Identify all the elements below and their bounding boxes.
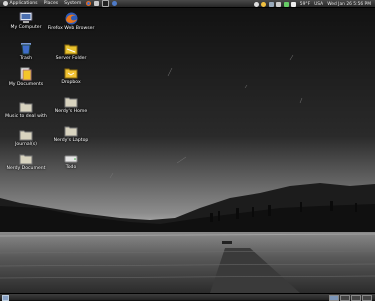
firefox-launcher-icon[interactable] [85, 1, 91, 6]
clock[interactable]: Wed Jan 26 5:56 PM [327, 2, 371, 7]
desktop-icon-label: Dropbox [61, 80, 81, 85]
top-panel: Applications Places System 59°F USA Wed … [0, 0, 375, 8]
terminal-launcher-icon[interactable] [101, 0, 109, 7]
workspace-switcher [328, 295, 372, 301]
desktop-icon-nerdys-laptop[interactable]: Nerdy's Laptop [47, 125, 95, 143]
desktop-icon-trash[interactable]: Trash [2, 42, 50, 61]
trash-icon [21, 43, 31, 55]
desktop-icon-label: My Documents [8, 82, 44, 87]
workspace-3[interactable] [351, 295, 361, 301]
desktop-icon-label: Server Folder [55, 56, 87, 61]
desktop-icon-label: Firefox Web Browser [47, 26, 95, 31]
desktop-icon-label: Nerdy's Laptop [53, 138, 89, 143]
desktop-icon-label: Music to deal with [5, 114, 47, 119]
folder-icon [19, 102, 33, 113]
computer-icon [19, 12, 33, 23]
system-tray: 59°F USA Wed Jan 26 5:56 PM [252, 0, 373, 8]
desktop-icon-nerdy-document[interactable]: Nerdy Document [2, 153, 50, 171]
desktop-icon-nerdys-home[interactable]: Nerdy's Home [47, 96, 95, 114]
desktop-icon-label: Journal(s) [15, 142, 37, 147]
bottom-panel [0, 293, 375, 301]
drive-icon [64, 155, 78, 163]
documents-folder-icon [20, 67, 32, 81]
location-label[interactable]: USA [314, 2, 323, 7]
user-icon[interactable] [253, 1, 259, 7]
desktop-icon-dropbox[interactable]: Dropbox [47, 67, 95, 85]
desktop-icon-label: My Computer [10, 25, 42, 30]
desktop-icon-label: Nerdy's Home [54, 109, 88, 114]
desktop-icon-server-folder[interactable]: Server Folder [47, 42, 95, 61]
system-menu[interactable]: System [61, 0, 84, 8]
firefox-icon [65, 12, 77, 25]
dropbox-folder-icon [64, 68, 78, 79]
system-menu-label: System [64, 1, 82, 6]
desktop-icon-todo[interactable]: Todo [47, 153, 95, 170]
battery-icon[interactable] [283, 1, 289, 7]
desktop-icon-label: Nerdy Document [6, 166, 46, 171]
weather-temperature[interactable]: 59°F [300, 2, 310, 7]
show-desktop-icon[interactable] [2, 295, 9, 301]
folder-icon [19, 130, 33, 141]
mail-notify-icon[interactable] [291, 1, 297, 7]
workspace-4[interactable] [362, 295, 372, 301]
workspace-1[interactable] [329, 295, 339, 301]
desktop-icon-my-documents[interactable]: My Documents [2, 67, 50, 87]
desktop-icon-music-to-deal-with[interactable]: Music to deal with [2, 101, 50, 119]
gnome-foot-icon [3, 1, 8, 6]
places-menu[interactable]: Places [41, 0, 62, 8]
help-launcher-icon[interactable] [111, 1, 117, 6]
applications-menu-label: Applications [9, 1, 38, 6]
places-menu-label: Places [43, 1, 59, 6]
desktop-icon-my-computer[interactable]: My Computer [2, 12, 50, 30]
volume-icon[interactable] [276, 1, 282, 7]
weather-icon[interactable] [261, 1, 267, 7]
desktop-icon-journals[interactable]: Journal(s) [2, 129, 50, 147]
folder-icon [64, 97, 78, 108]
desktop-icon-label: Trash [19, 56, 33, 61]
workspace-2[interactable] [340, 295, 350, 301]
folder-icon [64, 44, 78, 55]
mail-launcher-icon[interactable] [93, 1, 99, 6]
desktop-icon-label: Todo [65, 165, 77, 170]
desktop-icon-firefox[interactable]: Firefox Web Browser [47, 12, 95, 31]
applications-menu[interactable]: Applications [0, 0, 41, 8]
folder-icon [19, 154, 33, 165]
folder-icon [64, 126, 78, 137]
network-icon[interactable] [268, 1, 274, 7]
